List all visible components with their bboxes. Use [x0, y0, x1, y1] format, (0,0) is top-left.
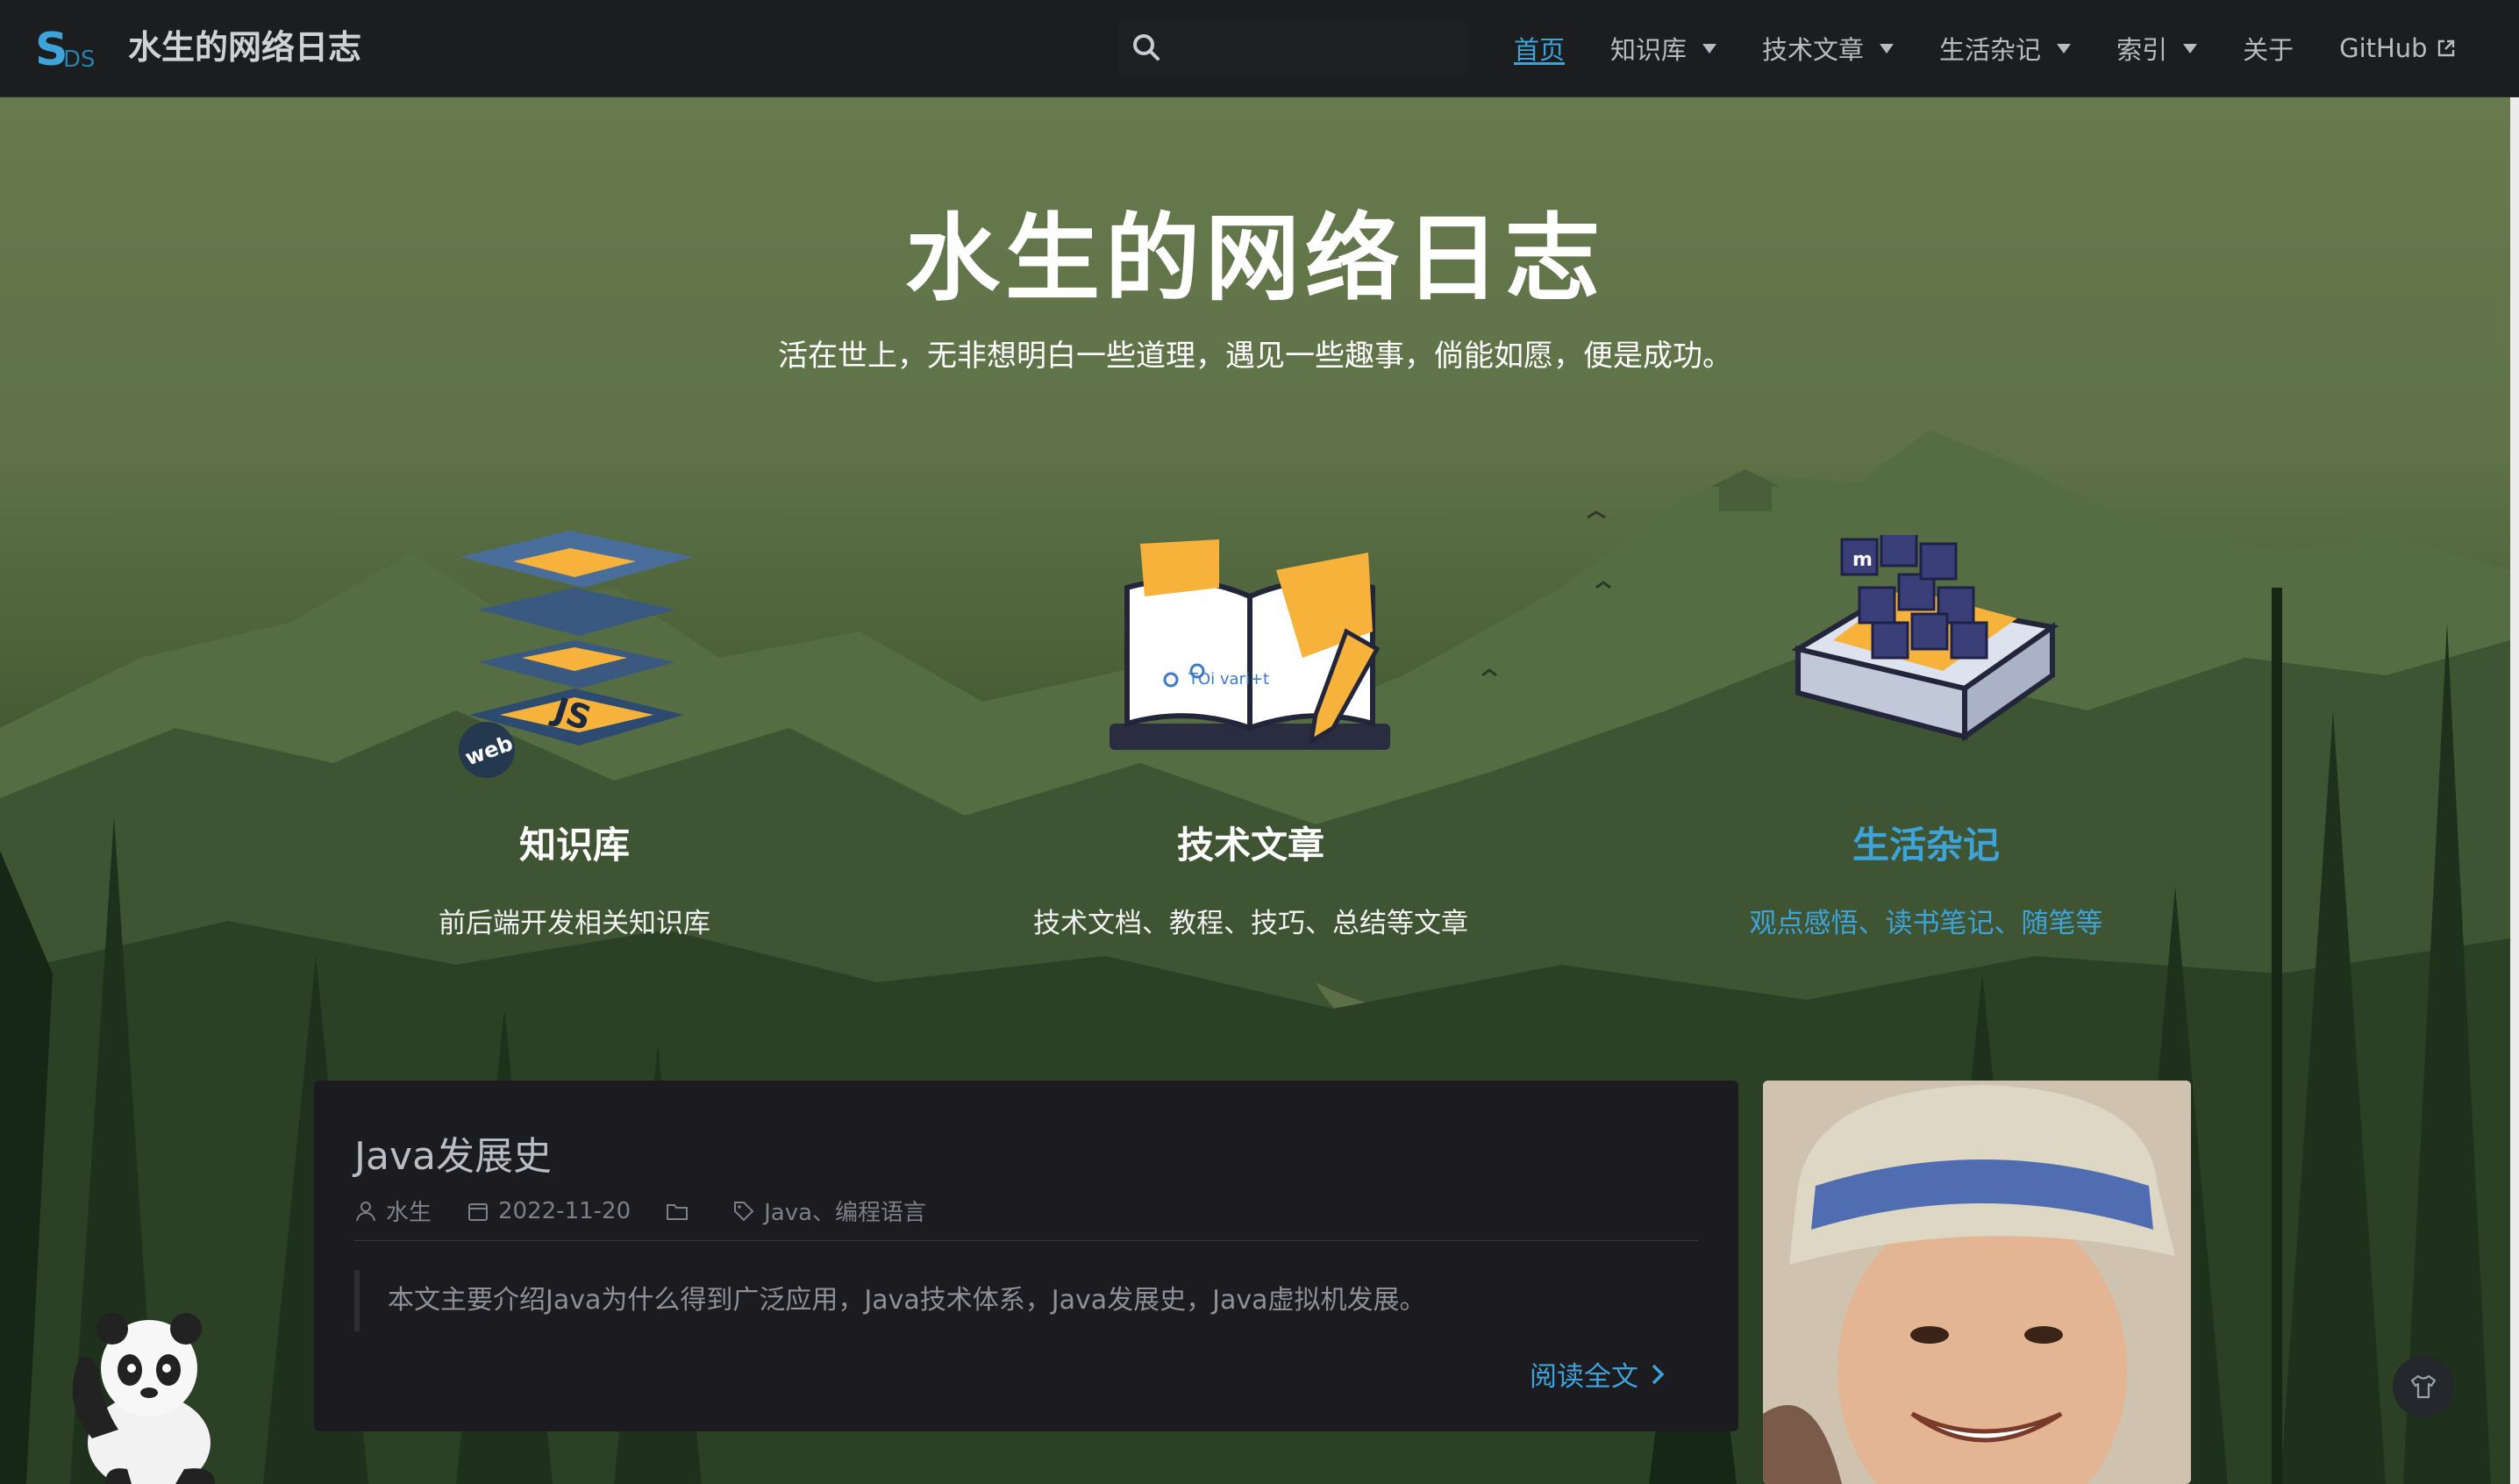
hero-title: 水生的网络日志	[904, 204, 1605, 314]
theme-toggle-button[interactable]	[2393, 1356, 2454, 1417]
book-pencil-icon[interactable]: TOi vari+t	[1110, 535, 1399, 763]
post-tags[interactable]: Java、编程语言	[732, 1195, 926, 1227]
avatar-illustration	[1763, 1081, 2191, 1484]
search-box[interactable]	[1118, 21, 1469, 74]
feature-knowledge[interactable]: 知识库 前后端开发相关知识库	[311, 816, 838, 940]
post-meta: 水生 2022-11-20 Java、编程语言	[354, 1195, 926, 1227]
chevron-down-icon	[2057, 43, 2072, 54]
nav-tech-articles[interactable]: 技术文章	[1762, 0, 1895, 96]
top-navbar: S DS 水生的网络日志 首页 知识库 技术文章 生活杂记 索引 关于 GitH…	[0, 0, 2519, 97]
divider	[354, 1240, 1698, 1241]
read-more-link[interactable]: 阅读全文	[1530, 1354, 1668, 1394]
nav-index-label: 索引	[2116, 35, 2168, 65]
panda-mascot-icon[interactable]	[53, 1298, 228, 1484]
external-link-icon	[2437, 39, 2454, 57]
feature-desc: 前后端开发相关知识库	[439, 908, 710, 939]
calendar-icon	[468, 1202, 489, 1221]
post-card: Java发展史 水生 2022-11-20 Java、编程语言 本文主要介绍Ja…	[314, 1081, 1738, 1431]
post-tags-text: Java、编程语言	[764, 1200, 927, 1226]
nav-github[interactable]: GitHub	[2339, 0, 2456, 96]
feature-desc: 技术文档、教程、技巧、总结等文章	[1033, 908, 1468, 939]
nav-about[interactable]: 关于	[2243, 0, 2294, 96]
feature-desc: 观点感悟、读书笔记、随笔等	[1749, 908, 2103, 939]
cube-tray-icon[interactable]: m	[1789, 535, 2061, 763]
avatar-photo	[1763, 1081, 2191, 1484]
post-date: 2022-11-20	[467, 1198, 631, 1224]
feature-tech-articles[interactable]: 技术文章 技术文档、教程、技巧、总结等文章	[988, 816, 1514, 940]
site-title[interactable]: 水生的网络日志	[128, 0, 361, 95]
nav-home-label: 首页	[1514, 35, 1566, 65]
post-title[interactable]: Java发展史	[354, 1124, 552, 1181]
scrollbar[interactable]	[2510, 96, 2519, 1484]
nav-knowledge[interactable]: 知识库	[1610, 0, 1717, 96]
nav-tech-label: 技术文章	[1762, 35, 1865, 65]
nav-menu: 首页 知识库 技术文章 生活杂记 索引 关于 GitHub	[1491, 0, 2479, 96]
nav-index[interactable]: 索引	[2116, 0, 2198, 96]
web-js-stack-icon[interactable]: JS web	[452, 517, 697, 781]
nav-life-label: 生活杂记	[1939, 35, 2042, 65]
nav-github-label: GitHub	[2339, 33, 2428, 63]
tshirt-icon	[2410, 1374, 2437, 1399]
chevron-down-icon	[1880, 43, 1895, 54]
feature-title[interactable]: 生活杂记	[1663, 816, 2189, 869]
post-excerpt: 本文主要介绍Java为什么得到广泛应用，Java技术体系，Java发展史，Jav…	[354, 1270, 1425, 1331]
nav-about-label: 关于	[2243, 35, 2294, 65]
svg-text:TOi vari+t: TOi vari+t	[1188, 670, 1269, 688]
read-more-label: 阅读全文	[1530, 1361, 1638, 1393]
nav-knowledge-label: 知识库	[1610, 35, 1688, 65]
svg-text:DS: DS	[63, 46, 96, 73]
feature-title[interactable]: 知识库	[311, 816, 838, 869]
folder-icon	[667, 1203, 689, 1220]
site-logo[interactable]: S DS	[35, 23, 98, 74]
search-icon[interactable]	[1129, 30, 1164, 65]
post-category[interactable]	[666, 1200, 697, 1223]
feature-title[interactable]: 技术文章	[988, 816, 1514, 869]
post-author-name: 水生	[386, 1200, 432, 1226]
chevron-down-icon	[2183, 43, 2198, 54]
feature-life-notes[interactable]: 生活杂记 观点感悟、读书笔记、随笔等	[1663, 816, 2189, 940]
tag-icon	[734, 1201, 754, 1221]
chevron-down-icon	[1702, 43, 1717, 54]
chevron-right-icon	[1652, 1364, 1665, 1384]
post-date-text: 2022-11-20	[498, 1197, 632, 1224]
post-author[interactable]: 水生	[354, 1195, 432, 1227]
user-icon	[356, 1201, 375, 1221]
nav-life-notes[interactable]: 生活杂记	[1939, 0, 2072, 96]
hero-subtitle: 活在世上，无非想明白一些道理，遇见一些趣事，倘能如愿，便是成功。	[778, 339, 1732, 374]
svg-text:m: m	[1852, 549, 1873, 571]
nav-home[interactable]: 首页	[1514, 0, 1566, 96]
